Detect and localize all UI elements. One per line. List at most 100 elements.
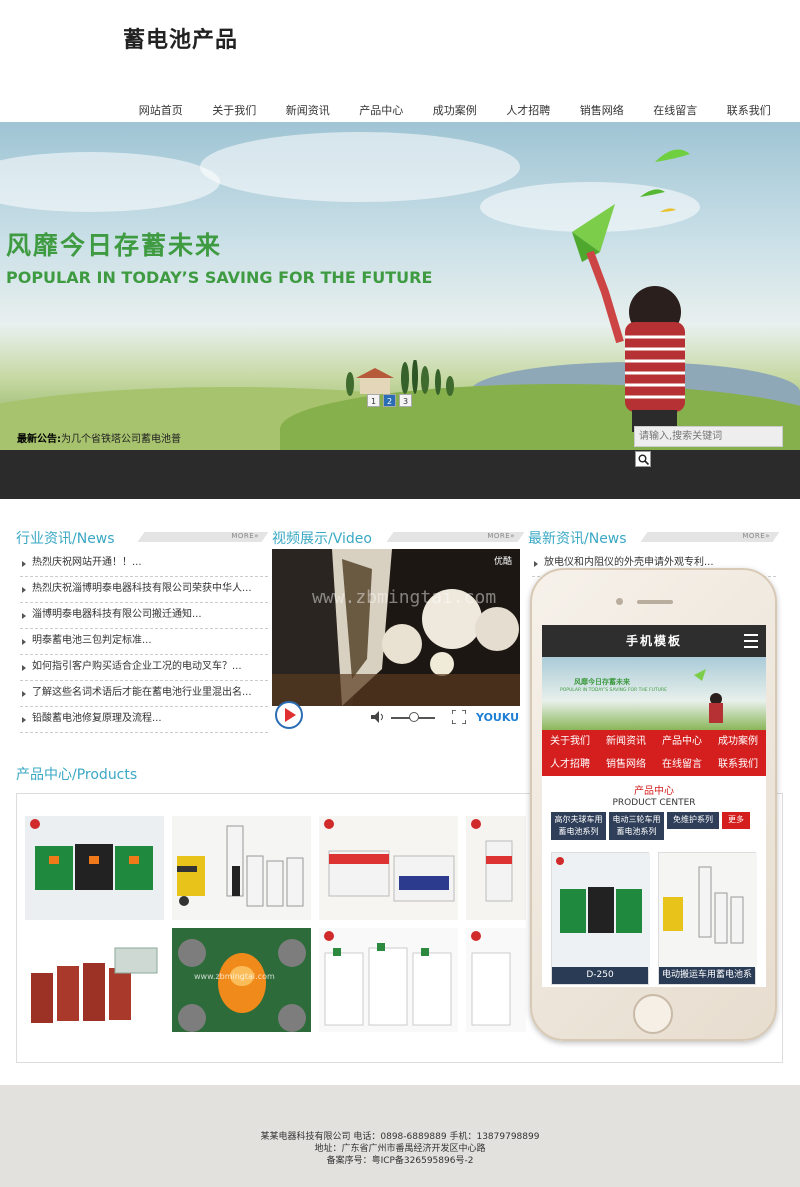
mobile-nav-products[interactable]: 产品中心: [654, 730, 710, 753]
nav-products[interactable]: 产品中心: [345, 102, 419, 118]
more-link[interactable]: MORE»: [742, 532, 770, 540]
product-tile[interactable]: [466, 928, 526, 1032]
mobile-product-card[interactable]: 电动搬运车用蓄电池系: [658, 852, 757, 985]
industry-news-header: 行业资讯/News MORE»: [16, 528, 269, 547]
mobile-nav-about[interactable]: 关于我们: [542, 730, 598, 753]
section-title: 产品中心/Products: [16, 767, 142, 783]
mobile-product-caption: D-250: [552, 967, 648, 984]
products-header: 产品中心/Products: [16, 764, 216, 783]
banner-title-en: POPULAR IN TODAY’S SAVING FOR THE FUTURE: [6, 268, 433, 287]
video-watermark: www.zbmingtai.com: [312, 587, 497, 608]
mobile-cat-maintenance-free[interactable]: 免维护系列: [667, 812, 719, 829]
slider-dot-1[interactable]: 1: [367, 394, 380, 407]
mobile-pc-subtitle: PRODUCT CENTER: [612, 798, 696, 808]
nav-news[interactable]: 新闻资讯: [271, 102, 345, 118]
phone-camera: [616, 598, 623, 605]
mobile-screen: 手机模板 风靡今日存蓄未来 POPULAR IN TODAY’S SAVING …: [542, 625, 766, 987]
search-button[interactable]: [635, 451, 651, 467]
site-logo[interactable]: 蓄电池产品: [123, 22, 238, 54]
nav-jobs[interactable]: 人才招聘: [492, 102, 566, 118]
notice-label: 最新公告:: [17, 434, 61, 445]
volume-icon[interactable]: [371, 711, 385, 723]
product-tile[interactable]: [172, 816, 311, 920]
mobile-nav-news[interactable]: 新闻资讯: [598, 730, 654, 753]
mobile-categories: 高尔夫球车用蓄电池系列 电动三轮车用蓄电池系列 免维护系列 更多: [542, 808, 766, 840]
footer: 某某电器科技有限公司 电话：0898-6889889 手机：1387979889…: [0, 1085, 800, 1187]
section-title: 视频展示/Video: [272, 531, 376, 547]
cloud: [0, 152, 220, 212]
mobile-banner-cn: 风靡今日存蓄未来: [574, 678, 630, 686]
mobile-cat-more[interactable]: 更多: [722, 812, 750, 829]
product-tile[interactable]: www.zbmingtai.com: [172, 928, 311, 1032]
slider-dot-2[interactable]: 2: [383, 394, 396, 407]
nav-message[interactable]: 在线留言: [639, 102, 713, 118]
mobile-nav-message[interactable]: 在线留言: [654, 753, 710, 776]
mobile-product-card[interactable]: D-250: [551, 852, 650, 985]
main-nav: 网站首页 关于我们 新闻资讯 产品中心 成功案例 人才招聘 销售网络 在线留言 …: [124, 102, 786, 118]
slider-dot-3[interactable]: 3: [399, 394, 412, 407]
youku-logo: YOUKU: [476, 711, 520, 724]
footer-company-phone: 某某电器科技有限公司 电话：0898-6889889 手机：1387979889…: [260, 1132, 540, 1142]
mobile-banner-en: POPULAR IN TODAY’S SAVING FOR THE FUTURE: [560, 688, 667, 693]
menu-icon[interactable]: [744, 634, 758, 648]
industry-news-list: 热烈庆祝网站开通！！... 热烈庆祝淄博明泰电器科技有限公司荣获中华人... 淄…: [20, 551, 268, 733]
banner-title-cn: 风靡今日存蓄未来: [6, 231, 223, 260]
list-item[interactable]: 淄博明泰电器科技有限公司搬迁通知...: [20, 603, 268, 629]
mobile-nav-jobs[interactable]: 人才招聘: [542, 753, 598, 776]
video-badge: 优酷: [493, 557, 512, 567]
mobile-cat-golf[interactable]: 高尔夫球车用蓄电池系列: [551, 812, 606, 840]
product-tile[interactable]: [25, 816, 164, 920]
girl-with-plane-illustration: [572, 149, 690, 432]
mobile-nav: 关于我们 新闻资讯 产品中心 成功案例 人才招聘 销售网络 在线留言 联系我们: [542, 730, 766, 776]
list-item[interactable]: 热烈庆祝淄博明泰电器科技有限公司荣获中华人...: [20, 577, 268, 603]
phone-speaker: [637, 600, 673, 604]
section-title: 行业资讯/News: [16, 531, 119, 547]
fullscreen-icon[interactable]: [452, 710, 466, 724]
list-item[interactable]: 热烈庆祝网站开通！！...: [20, 551, 268, 577]
mobile-title: 手机模板: [625, 634, 682, 648]
phone-home-button[interactable]: [633, 994, 673, 1034]
footer-address: 地址：广东省广州市番禺经济开发区中心路: [314, 1144, 486, 1154]
notice-bar: 最新公告:为几个省铁塔公司蓄电池普: [17, 430, 181, 445]
product-tile[interactable]: [466, 816, 526, 920]
mobile-banner: 风靡今日存蓄未来 POPULAR IN TODAY’S SAVING FOR T…: [542, 657, 766, 730]
video-player[interactable]: www.zbmingtai.com 优酷: [272, 549, 520, 706]
hero-banner: 风靡今日存蓄未来 POPULAR IN TODAY’S SAVING FOR T…: [0, 122, 800, 450]
dark-band: [0, 450, 800, 499]
volume-handle[interactable]: [409, 712, 419, 722]
mobile-nav-contact[interactable]: 联系我们: [710, 753, 766, 776]
product-tile[interactable]: [25, 928, 164, 1032]
mobile-cat-tricycle[interactable]: 电动三轮车用蓄电池系列: [609, 812, 664, 840]
girl-illustration: [694, 669, 723, 723]
list-item[interactable]: 如何指引客户购买适合企业工况的电动叉车？...: [20, 655, 268, 681]
search-input[interactable]: [634, 426, 783, 447]
product-tile[interactable]: [319, 928, 458, 1032]
play-icon[interactable]: [274, 700, 304, 730]
slider-dots: 1 2 3: [367, 394, 412, 407]
section-title: 最新资讯/News: [528, 531, 631, 547]
more-link[interactable]: MORE»: [231, 532, 259, 540]
cloud: [200, 132, 520, 202]
footer-icp[interactable]: 备案序号：粤ICP备326595896号-2: [0, 1155, 800, 1167]
more-link[interactable]: MORE»: [487, 532, 515, 540]
list-item[interactable]: 铅酸蓄电池修复原理及流程...: [20, 707, 268, 733]
nav-sales[interactable]: 销售网络: [565, 102, 639, 118]
nav-contact[interactable]: 联系我们: [712, 102, 786, 118]
mobile-nav-sales[interactable]: 销售网络: [598, 753, 654, 776]
mobile-nav-cases[interactable]: 成功案例: [710, 730, 766, 753]
video-header: 视频展示/Video MORE»: [272, 528, 525, 547]
product-tile[interactable]: [319, 816, 458, 920]
product-watermark: www.zbmingtai.com: [194, 972, 275, 981]
nav-cases[interactable]: 成功案例: [418, 102, 492, 118]
latest-news-header: 最新资讯/News MORE»: [528, 528, 780, 547]
list-item[interactable]: 明泰蓄电池三包判定标准...: [20, 629, 268, 655]
nav-about[interactable]: 关于我们: [198, 102, 272, 118]
nav-home[interactable]: 网站首页: [124, 102, 198, 118]
mobile-product-caption: 电动搬运车用蓄电池系: [659, 967, 755, 984]
mobile-header: 手机模板: [542, 625, 766, 657]
mobile-pc-title: 产品中心: [634, 786, 674, 797]
video-controls: YOUKU: [272, 701, 520, 731]
search-icon: [638, 454, 649, 465]
notice-text[interactable]: 为几个省铁塔公司蓄电池普: [61, 434, 181, 445]
list-item[interactable]: 了解这些名词术语后才能在蓄电池行业里混出名...: [20, 681, 268, 707]
